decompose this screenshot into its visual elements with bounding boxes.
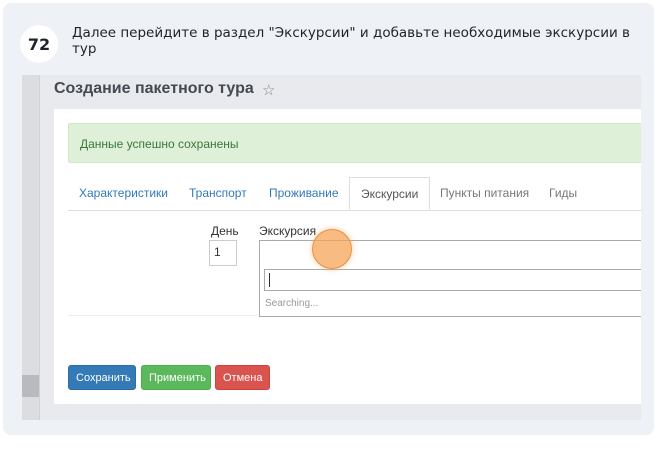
tab-food-points[interactable]: Пункты питания xyxy=(440,177,529,210)
tab-accommodation[interactable]: Проживание xyxy=(269,177,339,210)
step-card: 72 Далее перейдите в раздел "Экскурсии" … xyxy=(3,3,654,435)
searching-status: Searching... xyxy=(265,298,319,309)
apply-button[interactable]: Применить xyxy=(141,365,211,390)
page-title: Создание пакетного тура xyxy=(54,80,254,97)
cancel-button[interactable]: Отмена xyxy=(215,365,270,390)
tab-bar: Характеристики Транспорт Проживание Экск… xyxy=(68,177,641,211)
save-button[interactable]: Сохранить xyxy=(68,365,136,390)
text-caret xyxy=(269,273,270,287)
excursion-dropdown: Searching... xyxy=(259,265,641,317)
excursion-search-input[interactable] xyxy=(264,269,641,291)
star-icon[interactable]: ☆ xyxy=(262,81,275,99)
day-label: День xyxy=(211,224,239,238)
tab-characteristics[interactable]: Характеристики xyxy=(79,177,168,210)
step-instruction: Далее перейдите в раздел "Экскурсии" и д… xyxy=(72,25,630,57)
step-number-badge: 72 xyxy=(20,25,58,63)
form-divider xyxy=(68,315,258,316)
click-indicator xyxy=(312,229,352,269)
tab-guides[interactable]: Гиды xyxy=(549,177,577,210)
success-alert: Данные успешно сохранены xyxy=(68,123,641,163)
tab-transport[interactable]: Транспорт xyxy=(189,177,247,210)
excursion-label: Экскурсия xyxy=(259,224,317,238)
day-input[interactable]: 1 xyxy=(209,240,237,266)
sidebar-scroll-block xyxy=(22,375,39,397)
left-sidebar-strip xyxy=(22,75,40,420)
tab-excursions[interactable]: Экскурсии xyxy=(349,177,431,210)
